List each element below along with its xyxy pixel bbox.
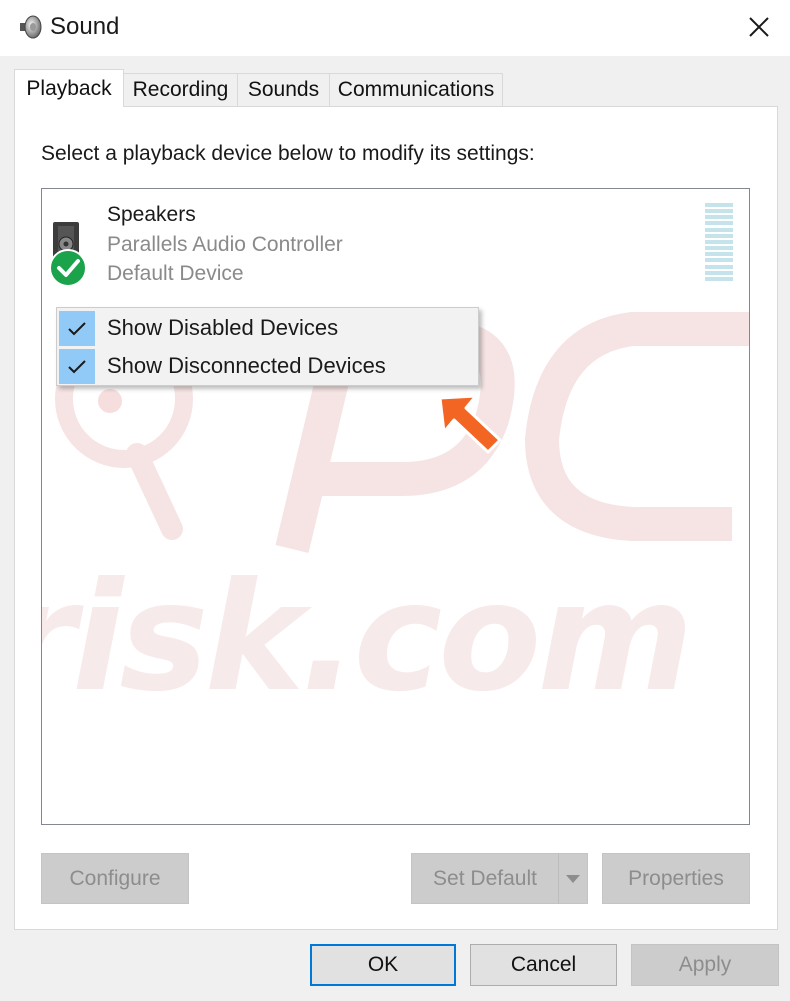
tab-communications[interactable]: Communications — [329, 73, 503, 106]
device-status: Default Device — [107, 262, 244, 285]
tab-recording[interactable]: Recording — [123, 73, 238, 106]
tab-playback[interactable]: Playback — [14, 69, 124, 107]
configure-button[interactable]: Configure — [41, 853, 189, 904]
close-button[interactable] — [736, 6, 782, 48]
tab-sounds[interactable]: Sounds — [237, 73, 330, 106]
menu-item-label: Show Disabled Devices — [107, 315, 339, 340]
menu-item-label: Show Disconnected Devices — [107, 353, 386, 378]
set-default-dropdown[interactable] — [558, 853, 588, 904]
checkmark-icon — [59, 349, 95, 384]
menu-item-show-disconnected[interactable]: Show Disconnected Devices — [59, 348, 477, 384]
apply-button[interactable]: Apply — [631, 944, 779, 986]
instruction-text: Select a playback device below to modify… — [41, 142, 535, 165]
title-bar: Sound — [0, 0, 790, 56]
volume-meter — [705, 203, 733, 281]
window-title: Sound — [50, 13, 120, 40]
close-icon — [749, 17, 769, 37]
watermark-text: risk.com — [41, 551, 694, 725]
context-menu: Show Disabled Devices Show Disconnected … — [56, 307, 479, 386]
set-default-button[interactable]: Set Default — [411, 853, 559, 904]
speaker-device-icon — [49, 222, 87, 287]
device-list[interactable]: risk.com Speakers Parallels Audio Contro… — [41, 188, 750, 825]
chevron-down-icon — [566, 874, 580, 883]
arrow-pointer-icon — [438, 394, 502, 454]
menu-item-show-disabled[interactable]: Show Disabled Devices — [59, 310, 477, 346]
properties-button[interactable]: Properties — [602, 853, 750, 904]
checkmark-icon — [59, 311, 95, 346]
ok-button[interactable]: OK — [310, 944, 456, 986]
cancel-button[interactable]: Cancel — [470, 944, 617, 986]
speaker-icon — [20, 15, 42, 39]
device-name[interactable]: Speakers — [107, 203, 196, 227]
device-description: Parallels Audio Controller — [107, 233, 343, 256]
